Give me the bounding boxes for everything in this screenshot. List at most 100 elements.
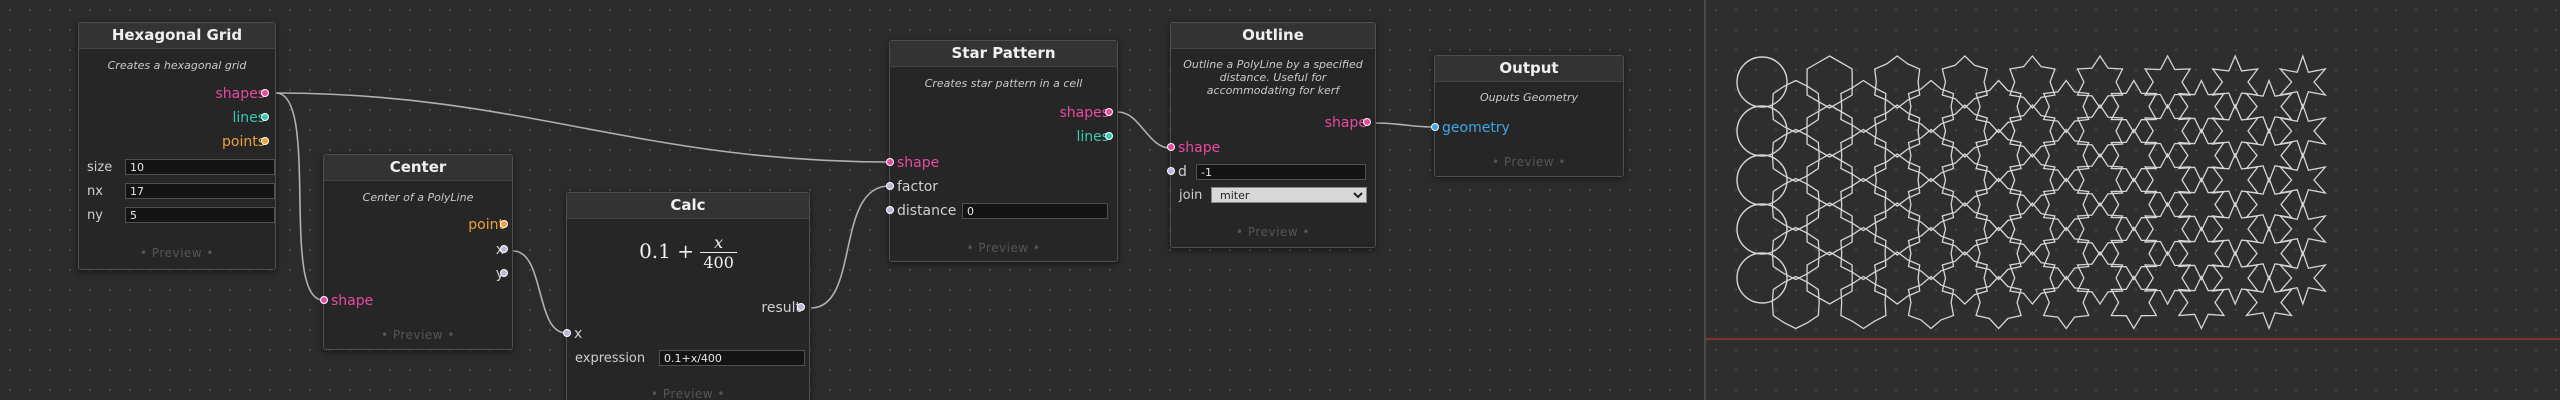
pattern-cell [2009,54,2056,110]
port-dot[interactable] [1431,123,1439,131]
expression-input[interactable] [659,350,805,366]
output-port-x[interactable]: x [496,241,508,259]
output-port-y[interactable]: y [496,265,508,283]
pattern-cell [2009,152,2056,208]
pattern-cell [2042,177,2090,232]
node-editor-canvas[interactable]: Hexagonal Grid Creates a hexagonal grid … [0,0,1704,400]
preview-toggle[interactable]: • Preview • [890,241,1117,255]
pattern-cell [1771,128,1820,183]
port-dot[interactable] [261,113,269,121]
pattern-cell [1873,251,1921,305]
port-dot[interactable] [261,137,269,145]
port-label: shape [1178,140,1221,156]
size-input[interactable] [125,159,275,175]
pattern-cell [2042,128,2090,183]
port-dot[interactable] [1167,143,1175,151]
port-dot[interactable] [886,182,894,190]
node-outline[interactable]: Outline Outline a PolyLine by a specifie… [1167,22,1376,248]
distance-input[interactable] [962,203,1108,219]
node-title[interactable]: Calc [567,193,809,219]
node-title[interactable]: Hexagonal Grid [79,23,275,49]
node-hexagonal-grid[interactable]: Hexagonal Grid Creates a hexagonal grid … [78,22,276,270]
pattern-cell [1975,177,2022,232]
node-output[interactable]: Output Ouputs Geometry geometry • Previe… [1431,55,1624,177]
node-title[interactable]: Star Pattern [890,41,1117,67]
pattern-cell [2042,79,2090,134]
geometry-viewer[interactable] [1706,0,2560,400]
pattern-cell [2278,249,2328,307]
output-port-point[interactable]: point [468,216,508,234]
node-center[interactable]: Center Center of a PolyLine point x y sh… [320,154,513,350]
port-label: result [761,300,801,316]
port-dot[interactable] [1167,167,1175,175]
param-label: expression [575,351,646,366]
output-port-lines[interactable]: lines [1076,128,1113,146]
node-star-pattern[interactable]: Star Pattern Creates star pattern in a c… [886,40,1118,262]
preview-toggle[interactable]: • Preview • [1435,155,1623,169]
input-port-d[interactable]: d [1167,163,1374,181]
pattern-cell [1840,226,1887,281]
output-port-shapes[interactable]: shapes [215,85,269,103]
preview-toggle[interactable]: • Preview • [324,328,512,342]
input-port-distance[interactable]: distance [886,202,1112,220]
node-title[interactable]: Output [1435,56,1623,82]
port-dot[interactable] [797,303,805,311]
pattern-cell [1873,202,1921,256]
port-dot[interactable] [500,220,508,228]
join-select[interactable]: miter [1211,187,1367,203]
input-port-shape[interactable]: shape [886,154,939,172]
nx-input[interactable] [125,183,275,199]
input-port-shape[interactable]: shape [320,292,373,310]
pattern-cell [1941,251,1989,305]
node-title[interactable]: Outline [1171,23,1375,49]
output-port-shape[interactable]: shape [1325,114,1371,132]
port-label: lines [1076,129,1109,145]
node-calc[interactable]: Calc 0.1 + x 400 result x expression • P… [563,192,810,400]
pattern-cell [1975,275,2022,330]
port-dot[interactable] [1363,118,1371,126]
output-port-lines[interactable]: lines [232,109,269,127]
port-dot[interactable] [886,158,894,166]
pattern-canvas [1706,53,2560,340]
pattern-cell [1736,154,1788,206]
port-dot[interactable] [1105,108,1113,116]
pattern-cell [1873,55,1921,109]
param-expression: expression [575,350,805,368]
input-port-shape[interactable]: shape [1167,139,1221,157]
port-dot[interactable] [320,296,328,304]
pattern-cell [1907,128,1955,183]
port-label: factor [897,179,939,195]
output-port-shapes[interactable]: shapes [1059,104,1113,122]
port-dot[interactable] [563,329,571,337]
input-port-x[interactable]: x [563,325,582,343]
pattern-cell [2278,102,2328,160]
pattern-cell [1806,55,1853,109]
preview-toggle[interactable]: • Preview • [1171,225,1375,239]
port-dot[interactable] [261,89,269,97]
pattern-cell [1771,177,1820,232]
pattern-cell [1975,128,2022,183]
node-description: Creates a hexagonal grid [107,59,247,72]
pattern-cell [1873,104,1921,158]
preview-toggle[interactable]: • Preview • [79,246,275,260]
pattern-cell [1771,275,1820,330]
pattern-cell [1736,105,1788,157]
port-dot[interactable] [500,245,508,253]
ny-input[interactable] [125,207,275,223]
pattern-cell [1941,153,1989,207]
pattern-cell [1941,55,1989,109]
preview-toggle[interactable]: • Preview • [567,387,809,400]
pattern-cell [1840,275,1887,330]
param-join: join miter [1179,187,1367,205]
output-port-points[interactable]: points [222,133,269,151]
output-port-result[interactable]: result [761,299,805,317]
port-dot[interactable] [1105,132,1113,140]
pattern-cell [1736,203,1788,255]
node-title[interactable]: Center [324,155,512,181]
port-dot[interactable] [500,269,508,277]
d-input[interactable] [1196,164,1366,180]
input-port-geometry[interactable]: geometry [1431,119,1510,137]
node-description: Outline a PolyLine by a specified distan… [1183,58,1363,97]
port-dot[interactable] [886,206,894,214]
input-port-factor[interactable]: factor [886,178,939,196]
